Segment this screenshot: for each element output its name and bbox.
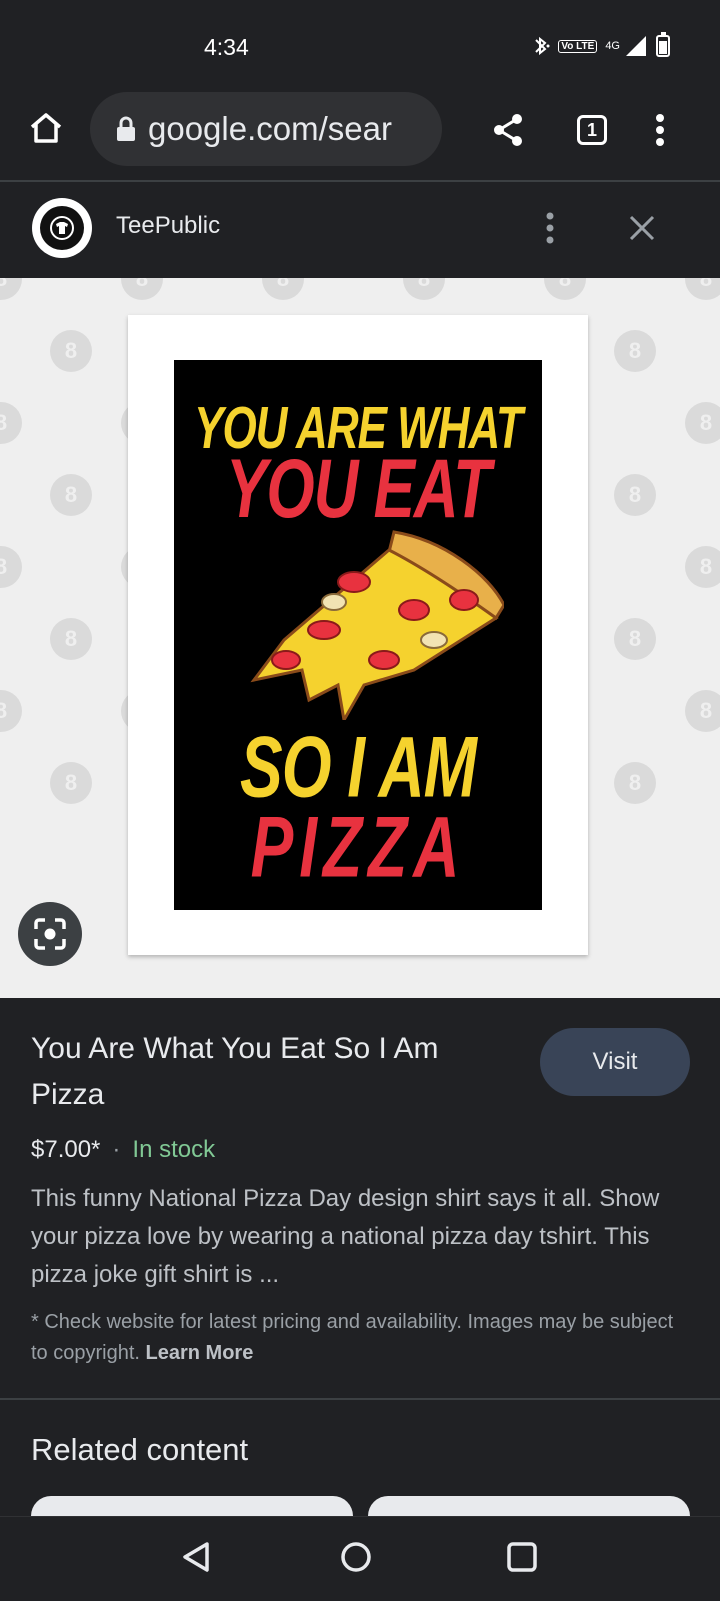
watermark-icon: 8: [685, 690, 720, 732]
watermark-icon: 8: [544, 278, 586, 300]
watermark-icon: 8: [685, 546, 720, 588]
watermark-icon: 8: [0, 278, 22, 300]
watermark-icon: 8: [685, 278, 720, 300]
product-price: $7.00*: [31, 1136, 101, 1163]
site-name: TeePublic: [116, 212, 221, 239]
poster: YOU ARE WHAT YOU EAT SO I AM PIZZA: [174, 360, 542, 910]
related-content-title: Related content: [31, 1432, 249, 1467]
teepublic-logo: [32, 198, 92, 258]
volte-badge: Vo LTE: [558, 39, 598, 53]
watermark-icon: 8: [614, 330, 656, 372]
learn-more-link[interactable]: Learn More: [146, 1342, 254, 1364]
watermark-icon: 8: [50, 474, 92, 516]
watermark-icon: 8: [614, 474, 656, 516]
pizza-slice-illustration: [250, 530, 504, 720]
site-header: TeePublic: [0, 182, 720, 278]
watermark-icon: 8: [50, 330, 92, 372]
status-icons: Vo LTE 4G: [532, 32, 670, 58]
recents-square-icon[interactable]: [502, 1537, 542, 1577]
watermark-icon: 8: [50, 762, 92, 804]
bluetooth-icon: [535, 36, 550, 56]
signal-icon: [626, 36, 646, 56]
watermark-icon: 8: [0, 546, 22, 588]
watermark-icon: 8: [403, 278, 445, 300]
lock-icon: [116, 116, 136, 142]
stock-status: In stock: [132, 1136, 216, 1163]
product-title[interactable]: You Are What You Eat So I Am Pizza: [31, 1026, 501, 1118]
poster-line-4: PIZZA: [250, 798, 466, 896]
watermark-icon: 8: [50, 618, 92, 660]
disclaimer: * Check website for latest pricing and a…: [31, 1307, 691, 1369]
watermark-icon: 8: [685, 402, 720, 444]
url-text: google.com/sear: [148, 110, 392, 147]
section-divider: [0, 1398, 720, 1400]
product-image[interactable]: 8888888888888888888888888888888888888888…: [0, 278, 720, 998]
status-bar: 4:34 Vo LTE 4G: [0, 0, 720, 92]
home-icon[interactable]: [24, 106, 68, 150]
disclaimer-text: * Check website for latest pricing and a…: [31, 1311, 674, 1364]
product-description: This funny National Pizza Day design shi…: [31, 1185, 660, 1288]
url-bar[interactable]: google.com/sear: [90, 92, 442, 166]
battery-icon: [656, 32, 670, 57]
price-row: $7.00* · In stock: [31, 1136, 215, 1164]
browser-menu-icon[interactable]: [646, 110, 674, 150]
watermark-icon: 8: [0, 690, 22, 732]
site-menu-icon[interactable]: [540, 208, 560, 248]
tab-count: 1: [577, 115, 607, 145]
watermark-icon: 8: [614, 618, 656, 660]
price-separator: ·: [112, 1136, 121, 1163]
back-triangle-icon[interactable]: [176, 1537, 216, 1577]
network-type-label: 4G: [605, 40, 620, 52]
system-nav-bar: [0, 1516, 720, 1601]
home-circle-icon[interactable]: [336, 1537, 376, 1577]
tab-switcher-button[interactable]: 1: [572, 112, 612, 148]
google-lens-icon[interactable]: [18, 902, 82, 966]
browser-toolbar: google.com/sear 1: [0, 92, 720, 180]
share-icon[interactable]: [486, 108, 530, 152]
watermark-icon: 8: [121, 278, 163, 300]
watermark-icon: 8: [0, 402, 22, 444]
close-icon[interactable]: [622, 208, 662, 248]
watermark-icon: 8: [614, 762, 656, 804]
status-time: 4:34: [204, 34, 249, 60]
watermark-icon: 8: [262, 278, 304, 300]
visit-button[interactable]: Visit: [540, 1028, 690, 1096]
poster-frame: YOU ARE WHAT YOU EAT SO I AM PIZZA: [128, 315, 588, 955]
